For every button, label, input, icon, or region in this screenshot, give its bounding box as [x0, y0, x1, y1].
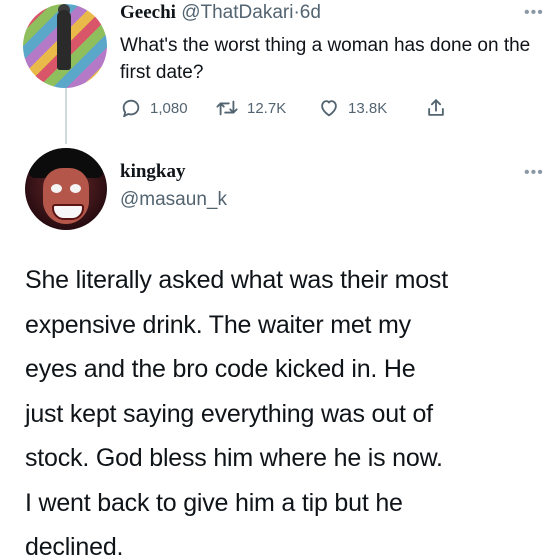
avatar-mouth	[52, 204, 84, 220]
retweet-button[interactable]: 12.7K	[215, 96, 286, 120]
share-button[interactable]	[425, 96, 447, 120]
more-horizontal-icon[interactable]: •••	[524, 165, 544, 181]
retweet-count: 12.7K	[247, 99, 287, 117]
reply-text-line: expensive drink. The waiter met my	[25, 310, 411, 339]
avatar-right-eye	[70, 184, 81, 193]
thread-connector-line	[65, 86, 67, 144]
reply-text-line: She literally asked what was their most	[25, 266, 448, 294]
reply-text-line: stock. God bless him where he is now.	[25, 444, 443, 472]
heart-icon	[318, 97, 340, 119]
reply-button[interactable]: 1,080	[120, 96, 188, 120]
parent-author-avatar[interactable]	[23, 4, 107, 88]
reply-text-line: just kept saying everything was out of	[25, 399, 433, 428]
like-button[interactable]: 13.8K	[318, 96, 387, 120]
reply-text-line: I went back to give him a tip but he	[25, 488, 403, 517]
reply-text-line: eyes and the bro code kicked in. He	[25, 355, 416, 383]
more-horizontal-icon[interactable]: •••	[524, 5, 544, 21]
reply-author-name[interactable]: kingkay	[120, 160, 185, 184]
avatar-figure-body	[57, 10, 71, 70]
parent-tweet-header: Geechi @ThatDakari·6d	[120, 2, 321, 24]
parent-tweet-text: What's the worst thing a woman has done …	[120, 35, 531, 83]
reply-author-handle[interactable]: @masaun_k	[120, 188, 227, 212]
reply-tweet-text: She literally asked what was their most …	[25, 258, 550, 560]
parent-author-name[interactable]: Geechi	[120, 2, 176, 23]
reply-author-avatar[interactable]	[25, 148, 107, 230]
share-icon	[425, 97, 447, 119]
avatar-left-eye	[51, 184, 62, 193]
reply-count: 1,080	[150, 99, 188, 117]
retweet-icon	[215, 97, 239, 119]
reply-text-line: declined.	[25, 533, 124, 560]
parent-tweet-time[interactable]: 6d	[300, 2, 321, 23]
reply-icon	[120, 97, 142, 119]
parent-author-handle[interactable]: @ThatDakari	[181, 2, 293, 23]
like-count: 13.8K	[348, 99, 388, 117]
